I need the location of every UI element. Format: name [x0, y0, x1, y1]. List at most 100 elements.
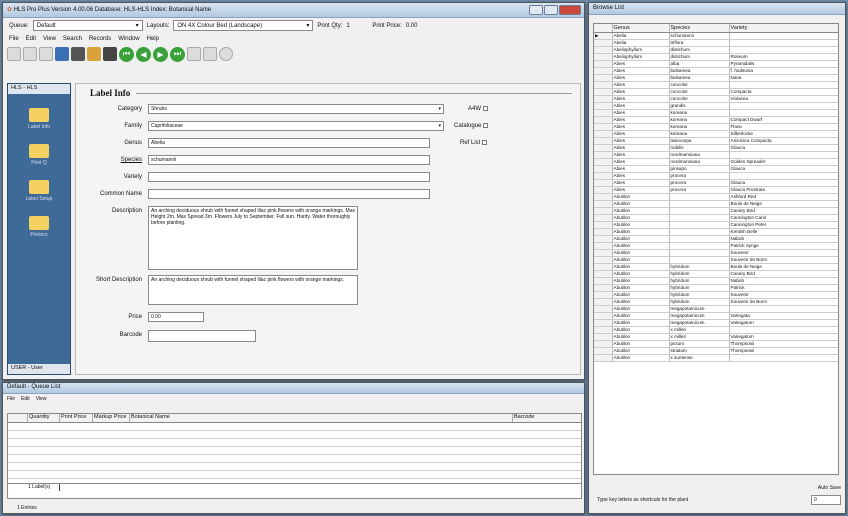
menu-window[interactable]: Window: [118, 36, 139, 42]
description-field[interactable]: An arching deciduous shrub with funnel s…: [148, 206, 358, 270]
table-row[interactable]: Abutilon x milleri Variegatum: [594, 333, 838, 341]
sidebar-item-printers[interactable]: Printers: [8, 216, 70, 238]
category-select[interactable]: Shrubs ▾: [148, 104, 444, 114]
sidebar-item-label-info[interactable]: Label Info: [8, 108, 70, 130]
table-row[interactable]: Abutilon hybridum Souvenir de Bonn: [594, 298, 838, 306]
queue-select[interactable]: Default ▾: [32, 20, 143, 31]
table-row[interactable]: Abelia triflora: [594, 39, 838, 47]
table-row[interactable]: Abies procera: [594, 172, 838, 180]
row-selector[interactable]: [594, 256, 613, 264]
menu-help[interactable]: Help: [147, 36, 159, 42]
row-selector[interactable]: [594, 333, 613, 341]
table-row[interactable]: Abutilon megapotamicum Variegata: [594, 312, 838, 320]
row-selector[interactable]: [594, 116, 613, 124]
user-tab[interactable]: USER - User: [8, 364, 70, 374]
col-variety[interactable]: Variety: [729, 24, 838, 33]
row-selector[interactable]: [594, 235, 613, 243]
species-field[interactable]: schumannii: [148, 155, 430, 165]
autosave-field[interactable]: 0: [811, 495, 841, 505]
table-row[interactable]: Abeliophyllum distichum: [594, 46, 838, 54]
queue-menu-view[interactable]: View: [36, 396, 47, 402]
row-selector[interactable]: [594, 270, 613, 278]
table-row[interactable]: Abies concolor Compacta: [594, 88, 838, 96]
row-selector[interactable]: [594, 214, 613, 222]
first-record-icon[interactable]: ⏮: [119, 46, 134, 62]
row-selector[interactable]: [594, 53, 613, 61]
table-row[interactable]: Abutilon Cannington Carol: [594, 214, 838, 222]
tools-icon[interactable]: [103, 47, 117, 61]
table-row[interactable]: Abies procera Glauca Prostrata: [594, 186, 838, 194]
row-selector[interactable]: [594, 60, 613, 68]
row-selector[interactable]: [594, 74, 613, 82]
row-selector[interactable]: [594, 130, 613, 138]
row-selector[interactable]: ▶: [594, 32, 613, 40]
table-row[interactable]: Abutilon Souvenir de Bonn: [594, 256, 838, 264]
row-selector[interactable]: [594, 151, 613, 159]
queue-menu-file[interactable]: File: [7, 396, 15, 402]
table-row[interactable]: Abies balsamea Nana: [594, 74, 838, 82]
help-icon[interactable]: [219, 47, 233, 61]
menu-file[interactable]: File: [9, 36, 19, 42]
row-selector[interactable]: [594, 172, 613, 180]
short-description-field[interactable]: An arching deciduous shrub with funnel s…: [148, 275, 358, 305]
sidebar-item-label-setup[interactable]: Label Setup: [8, 180, 70, 202]
print-qty-value[interactable]: 1: [346, 23, 368, 29]
common-name-field[interactable]: [148, 189, 430, 199]
row-selector[interactable]: [594, 123, 613, 131]
sidebar-item-print-q[interactable]: Print Q: [8, 144, 70, 166]
variety-field[interactable]: [148, 172, 430, 182]
table-row[interactable]: Abies nordmanniana: [594, 151, 838, 159]
row-selector[interactable]: [594, 200, 613, 208]
row-selector[interactable]: [594, 95, 613, 103]
table-row[interactable]: Abutilon pictum Thompsonii: [594, 340, 838, 348]
row-selector[interactable]: [594, 186, 613, 194]
table-row[interactable]: Abutilon Kentish Belle: [594, 228, 838, 236]
table-row[interactable]: Abutilon x suntense: [594, 354, 838, 362]
col-species[interactable]: Species: [669, 24, 730, 33]
col-print-price[interactable]: Print Price: [60, 414, 93, 422]
table-row[interactable]: Abies concolor Violacea: [594, 95, 838, 103]
table-row[interactable]: Abutilon Canary Bird: [594, 207, 838, 215]
add-icon[interactable]: [187, 47, 201, 61]
save-icon[interactable]: [203, 47, 217, 61]
edit-icon[interactable]: [87, 47, 101, 61]
row-selector[interactable]: [594, 102, 613, 110]
sidebar-tab[interactable]: HLS - HLS: [8, 84, 70, 94]
table-row[interactable]: Abutilon hybridum Nabob: [594, 277, 838, 285]
table-row[interactable]: ▶ Abelia schumannii: [594, 32, 838, 40]
maximize-button[interactable]: [544, 5, 558, 15]
table-row[interactable]: Abutilon Patrick Synge: [594, 242, 838, 250]
row-selector[interactable]: [594, 319, 613, 327]
table-row[interactable]: Abutilon striatum Thompsonii: [594, 347, 838, 355]
row-selector[interactable]: [594, 158, 613, 166]
col-botanical-name[interactable]: Botanical Name: [130, 414, 513, 422]
last-record-icon[interactable]: ⏭: [170, 46, 185, 62]
table-row[interactable]: Abutilon megapotamicum: [594, 305, 838, 313]
row-selector[interactable]: [594, 81, 613, 89]
table-row[interactable]: Abutilon x milleri: [594, 326, 838, 334]
table-row[interactable]: Abutilon Cannington Peter: [594, 221, 838, 229]
table-row[interactable]: Abies balsamea f. hudsonia: [594, 67, 838, 75]
row-selector[interactable]: [594, 46, 613, 54]
row-selector[interactable]: [594, 88, 613, 96]
row-selector[interactable]: [594, 193, 613, 201]
menu-records[interactable]: Records: [89, 36, 111, 42]
close-button[interactable]: [559, 5, 581, 15]
genus-field[interactable]: Abelia: [148, 138, 430, 148]
row-selector[interactable]: [594, 249, 613, 257]
row-selector[interactable]: [594, 221, 613, 229]
row-selector[interactable]: [594, 179, 613, 187]
table-row[interactable]: Abutilon hybridum Souvenir: [594, 291, 838, 299]
table-row[interactable]: Abies pinsapo Glauca: [594, 165, 838, 173]
menu-view[interactable]: View: [43, 36, 56, 42]
print-price-value[interactable]: 0.00: [406, 23, 418, 29]
row-selector[interactable]: [594, 67, 613, 75]
table-row[interactable]: Abutilon hybridum Patrick: [594, 284, 838, 292]
row-selector[interactable]: [594, 354, 613, 362]
table-row[interactable]: Abies concolor: [594, 81, 838, 89]
row-selector[interactable]: [594, 326, 613, 334]
row-selector[interactable]: [594, 347, 613, 355]
table-row[interactable]: Abutilon Ashford Red: [594, 193, 838, 201]
row-selector[interactable]: [594, 305, 613, 313]
row-selector[interactable]: [594, 298, 613, 306]
